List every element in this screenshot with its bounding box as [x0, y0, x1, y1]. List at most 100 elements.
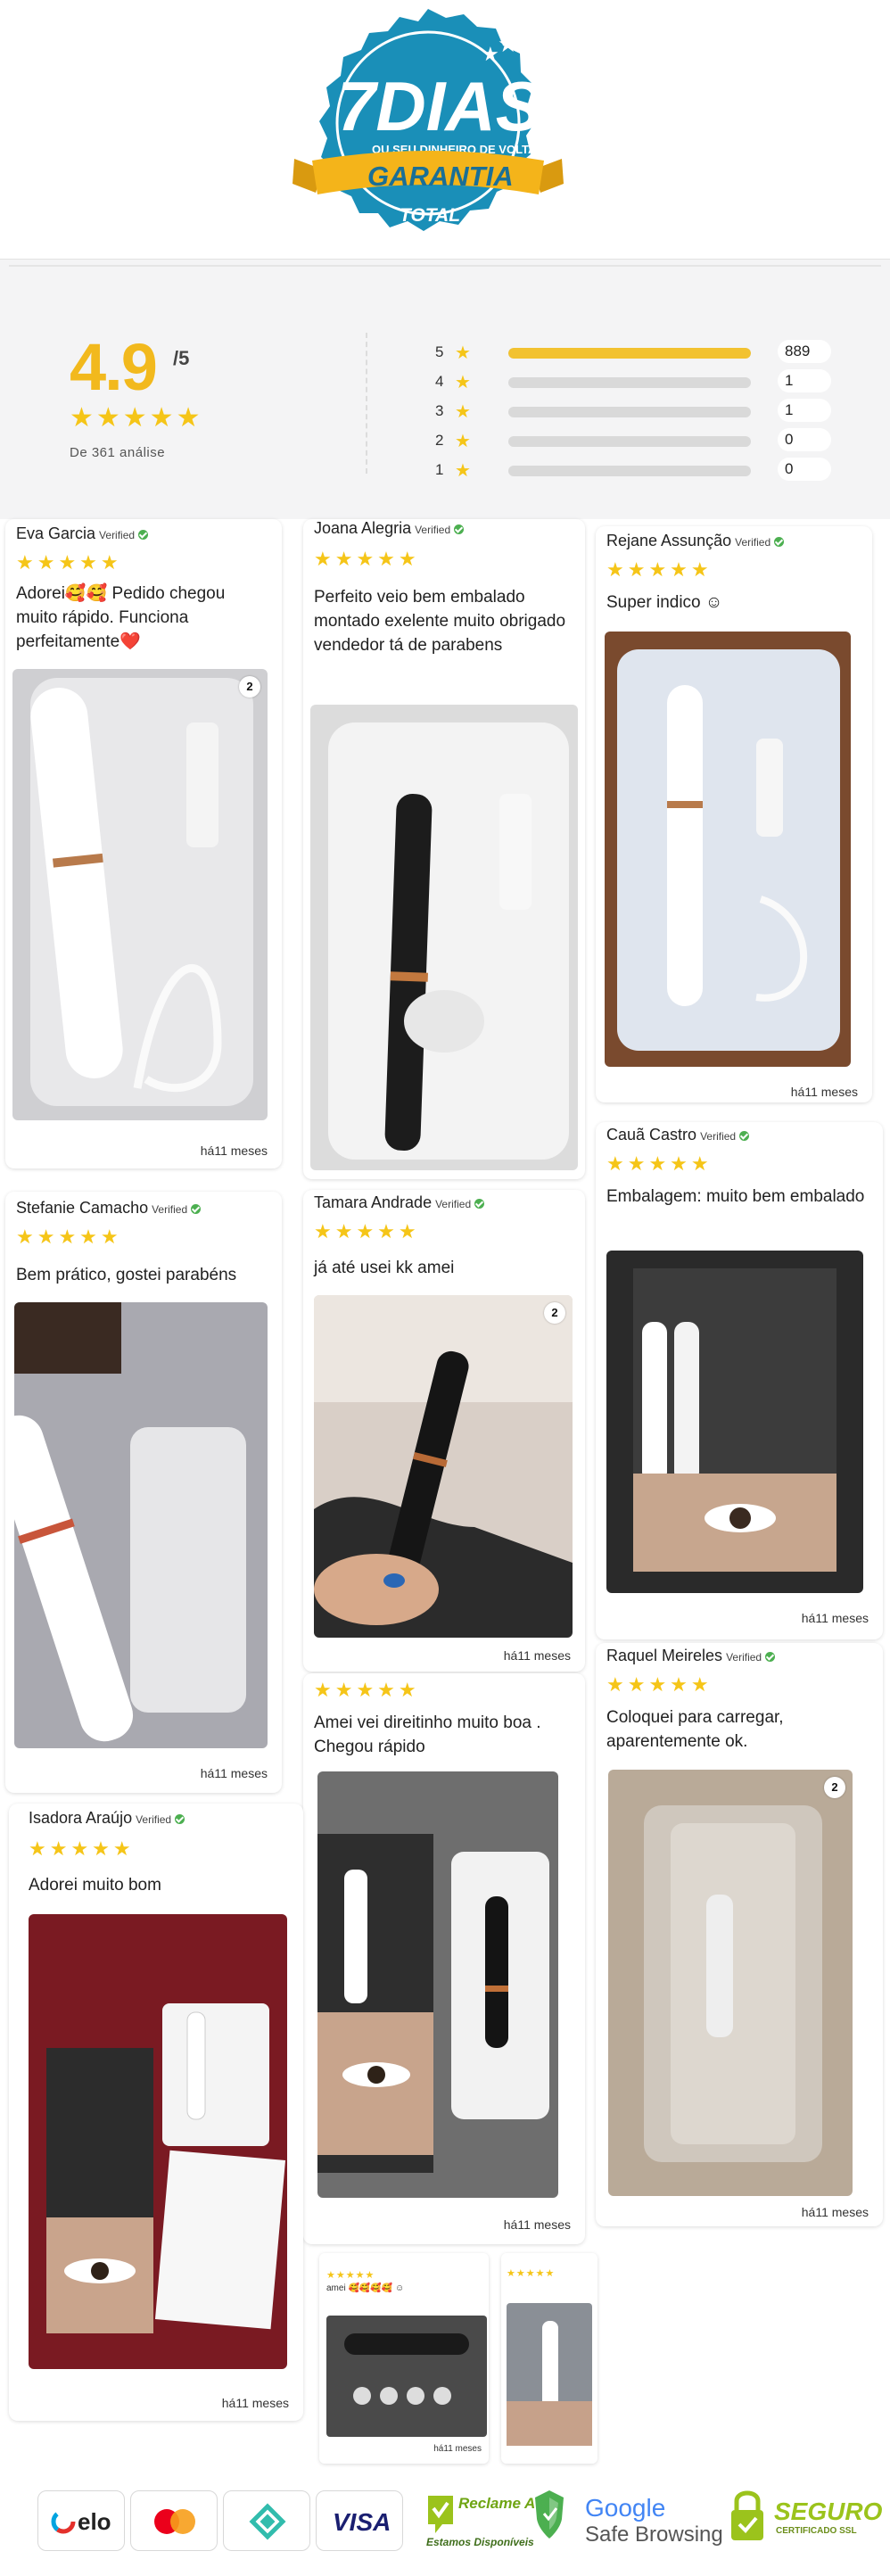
review-photo[interactable]: 2 — [608, 1770, 853, 2196]
svg-text:VISA: VISA — [333, 2508, 391, 2536]
mini-review-photo — [326, 2316, 487, 2437]
svg-text:★: ★ — [482, 44, 499, 66]
mini-review-stars: ★★★★★ — [326, 2270, 375, 2281]
shield-icon — [535, 2490, 564, 2539]
mastercard-icon — [154, 2509, 195, 2534]
review-stars: ★★★★★ — [314, 1220, 420, 1243]
review-photo[interactable] — [317, 1771, 558, 2198]
badge-total: TOTAL — [400, 205, 460, 226]
photo-count-badge: 2 — [239, 676, 260, 698]
product-photo-image — [29, 1914, 287, 2369]
rating-row-count: 889 — [778, 340, 831, 363]
reviewer-name: Rejane Assunção — [606, 532, 732, 549]
verified-label: Verified — [415, 524, 451, 536]
rating-distribution: 5 ★ 889 4 ★ 1 3 ★ 1 2 ★ 0 1 ★ 0 — [435, 340, 845, 489]
mini-review-stars: ★★★★★ — [507, 2268, 556, 2279]
svg-text:★: ★ — [520, 39, 536, 61]
reviewer-name: Eva Garcia — [16, 524, 96, 542]
reviewer-name: Stefanie Camacho — [16, 1199, 149, 1217]
review-date: há11 meses — [801, 1611, 869, 1625]
review-card[interactable]: ★★★★★ Amei vei direitinho muito boa . Ch… — [303, 1673, 585, 2244]
product-photo-image — [605, 632, 851, 1067]
product-photo-image — [310, 705, 578, 1170]
pix-icon — [249, 2503, 286, 2540]
review-stars: ★★★★★ — [314, 1679, 420, 1701]
review-stars: ★★★★★ — [606, 1152, 713, 1175]
verified-check-icon — [474, 1198, 485, 1209]
rating-bar — [508, 407, 751, 417]
review-date: há11 meses — [200, 1144, 268, 1158]
google-label: Google — [585, 2494, 666, 2522]
review-photo[interactable] — [605, 632, 851, 1067]
visa-icon: VISA — [333, 2508, 391, 2536]
review-card[interactable]: Isadora Araújo Verified ★★★★★ Adorei muit… — [9, 1804, 303, 2421]
product-photo-image — [14, 1302, 268, 1748]
mastercard-payment-logo — [130, 2490, 218, 2551]
product-photo-image — [606, 1251, 863, 1593]
safe-browsing-label: Safe Browsing — [585, 2522, 723, 2547]
rating-row-count: 1 — [778, 369, 831, 392]
rating-row-2[interactable]: 2 ★ 0 — [435, 428, 845, 459]
svg-text:★: ★ — [498, 31, 518, 58]
rating-row-5[interactable]: 5 ★ 889 — [435, 340, 845, 371]
reclame-aqui-logo: Reclame AQUI Estamos Disponíveis — [426, 2495, 539, 2548]
review-photo[interactable] — [310, 705, 578, 1170]
review-photo[interactable] — [29, 1914, 287, 2369]
reviewer-name: Tamara Andrade — [314, 1193, 433, 1211]
review-stars: ★★★★★ — [606, 1673, 713, 1696]
review-date: há11 meses — [801, 2205, 869, 2219]
rating-row-count: 1 — [778, 399, 831, 422]
visa-payment-logo: VISA — [316, 2490, 403, 2551]
review-stars: ★★★★★ — [606, 558, 713, 581]
review-photo[interactable]: 2 — [314, 1295, 573, 1638]
review-photo[interactable] — [606, 1251, 863, 1593]
verified-label: Verified — [136, 1813, 172, 1826]
review-text: Coloquei para carregar, aparentemente ok… — [606, 1708, 784, 1751]
product-photo-image — [317, 1771, 558, 2198]
summary-divider — [366, 333, 367, 474]
rating-summary: 4.9 /5 ★★★★★ De 361 análise 5 ★ 889 4 ★ … — [0, 259, 890, 519]
photo-count-badge: 2 — [544, 1302, 565, 1324]
review-text: Perfeito veio bem embalado montado exele… — [314, 588, 566, 655]
rating-row-4[interactable]: 4 ★ 1 — [435, 369, 845, 400]
verified-check-icon — [138, 529, 149, 540]
review-photo[interactable]: 2 — [12, 669, 268, 1120]
review-card[interactable]: Tamara Andrade Verified ★★★★★ já até usei… — [303, 1190, 585, 1672]
review-card[interactable]: Raquel Meireles Verified ★★★★★ Coloquei p… — [596, 1643, 883, 2226]
photo-count-badge: 2 — [824, 1777, 845, 1798]
guarantee-badge: ★ ★ ★ 7DIAS OU SEU DINHEIRO DE VOLTA GAR… — [293, 9, 564, 231]
review-text: Super indico ☺ — [606, 593, 723, 612]
mini-review-screenshot[interactable]: ★★★★★ — [501, 2253, 597, 2464]
review-card[interactable]: Joana Alegria Verified ★★★★★ Perfeito vei… — [303, 519, 585, 1179]
svg-text:elo: elo — [78, 2508, 111, 2535]
verified-label: Verified — [152, 1203, 188, 1216]
rating-row-1[interactable]: 1 ★ 0 — [435, 458, 845, 489]
product-photo-image — [608, 1770, 853, 2196]
average-stars: ★★★★★ — [70, 403, 203, 433]
review-photo[interactable] — [14, 1302, 268, 1748]
badge-days: 7DIAS — [337, 67, 542, 145]
review-card[interactable]: Stefanie Camacho Verified ★★★★★ Bem práti… — [5, 1192, 282, 1793]
verified-check-icon — [765, 1651, 776, 1662]
review-text: Adorei muito bom — [29, 1876, 161, 1895]
guarantee-badge-area: ★ ★ ★ 7DIAS OU SEU DINHEIRO DE VOLTA GAR… — [0, 0, 890, 259]
rating-bar — [508, 436, 751, 447]
star-icon: ★ — [455, 343, 471, 363]
product-photo-image — [12, 669, 268, 1120]
review-text: Amei vei direitinho muito boa . Chegou r… — [314, 1713, 541, 1756]
review-card[interactable]: Eva Garcia Verified ★★★★★ Adorei🥰🥰 Pedido… — [5, 519, 282, 1168]
mini-review-screenshot[interactable]: ★★★★★ amei 🥰🥰🥰🥰 ☺ há11 meses — [319, 2253, 489, 2464]
verified-label: Verified — [735, 536, 771, 549]
elo-icon: elo — [51, 2508, 111, 2535]
reclame-sub: Estamos Disponíveis — [426, 2536, 534, 2548]
rating-row-3[interactable]: 3 ★ 1 — [435, 399, 845, 430]
review-card[interactable]: Rejane Assunção Verified ★★★★★ Super indi… — [596, 526, 872, 1102]
rating-bar-fill — [508, 348, 751, 359]
star-icon: ★ — [455, 432, 471, 451]
review-text: Adorei🥰🥰 Pedido chegou muito rápido. Fun… — [16, 584, 226, 651]
average-rating: 4.9 — [70, 330, 158, 404]
review-date: há11 meses — [221, 2396, 289, 2410]
verified-check-icon — [739, 1130, 750, 1141]
payment-trust-footer: elo VISA Reclame AQUI Estamos Disponívei… — [0, 2462, 890, 2576]
review-card[interactable]: Cauã Castro Verified ★★★★★ Embalagem: mui… — [596, 1122, 883, 1639]
